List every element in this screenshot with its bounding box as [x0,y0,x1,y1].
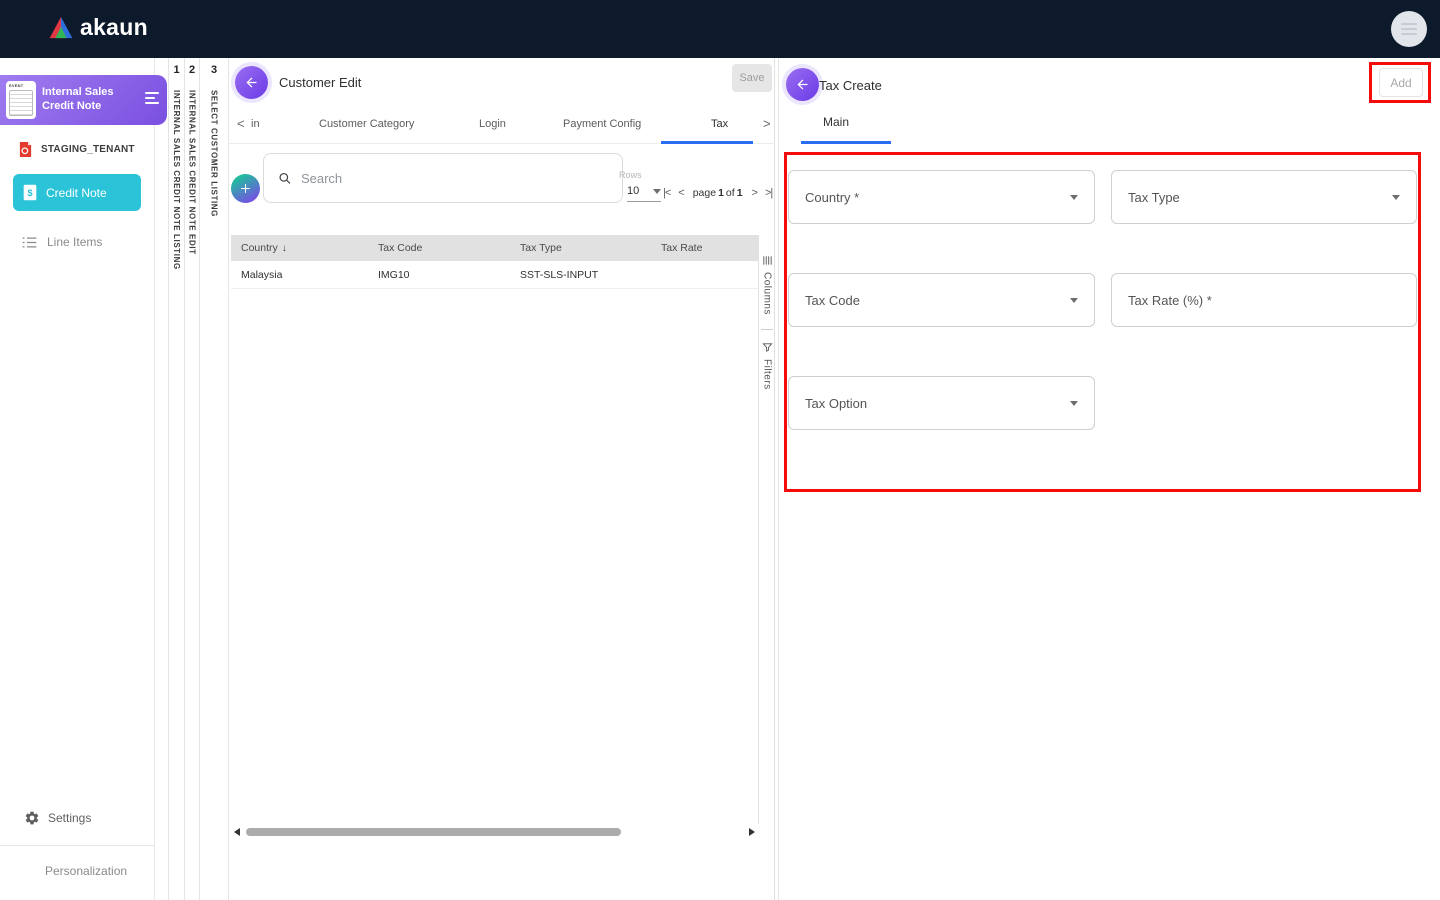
sidebar: EVENT Internal Sales Credit Note STAGING… [0,58,167,900]
screen-tab-listing[interactable]: 1 INTERNAL SALES CREDIT NOTE LISTING [168,58,184,900]
list-icon [22,237,37,247]
horizontal-scrollbar [229,824,774,840]
app: akaun EVENT Internal Sales Credit Note S… [0,0,1440,900]
customer-edit-panel: Customer Edit Save < in Customer Categor… [228,58,775,900]
gear-icon [25,811,39,825]
last-page-icon[interactable]: >| [765,187,773,199]
scroll-left-icon[interactable] [234,828,240,836]
page-title: Tax Create [819,78,882,93]
app-name: akaun [80,14,148,40]
tax-code-select[interactable]: Tax Code [788,273,1095,327]
tabs-scroll-left-icon[interactable]: < [237,116,245,131]
akaun-logo-icon [49,16,73,39]
columns-toggle[interactable]: Columns [762,272,773,315]
page-title: Customer Edit [279,75,362,90]
country-select[interactable]: Country * [788,170,1095,224]
arrow-left-icon [246,77,257,88]
app-logo: akaun [48,14,148,41]
menu-collapse-icon[interactable] [145,92,159,104]
chevron-down-icon [1392,194,1400,200]
sort-descending-icon: ↓ [281,242,287,254]
scrollbar-thumb[interactable] [246,828,621,836]
module-title: Internal Sales Credit Note [42,86,114,112]
table-row[interactable]: Malaysia IMG10 SST-SLS-INPUT [231,261,758,289]
chevron-down-icon [1070,194,1078,200]
tax-table: Country ↓ Tax Code Tax Type Tax Rate Mal… [231,235,758,289]
back-button[interactable] [235,66,268,99]
columns-icon [762,256,772,265]
tab-customer-category[interactable]: Customer Category [319,118,414,130]
scroll-right-icon[interactable] [749,828,755,836]
topbar: akaun [0,0,1440,58]
table-side-tools: Columns Filters [758,235,775,824]
sidebar-item-credit-note[interactable]: $ Credit Note [13,174,141,211]
search-icon [279,172,291,184]
back-button[interactable] [786,68,819,101]
user-avatar[interactable] [1391,11,1427,47]
column-header-tax-rate[interactable]: Tax Rate [651,242,758,254]
tax-type-select[interactable]: Tax Type [1111,170,1417,224]
tab-login[interactable]: Login [479,118,506,130]
sidebar-divider [0,845,155,846]
arrow-left-icon [797,79,808,90]
module-header[interactable]: EVENT Internal Sales Credit Note [0,75,167,125]
sidebar-item-line-items[interactable]: Line Items [22,235,102,249]
customer-edit-tabs: < in Customer Category Login Payment Con… [229,105,775,144]
chevron-down-icon [1070,400,1078,406]
sidebar-item-personalization[interactable]: Personalization [45,864,127,878]
tax-rate-input[interactable]: Tax Rate (%) * [1111,273,1417,327]
screen-tab-select-customer[interactable]: 3 SELECT CUSTOMER LISTING [199,58,228,900]
next-page-icon[interactable]: > [752,187,759,199]
plus-icon [241,184,250,193]
sidebar-item-tenant[interactable]: STAGING_TENANT [18,141,135,158]
search-input[interactable] [300,170,608,186]
add-button[interactable]: Add [1379,68,1423,97]
chevron-down-icon [653,188,661,194]
sidebar-item-settings[interactable]: Settings [24,810,91,826]
pagination: |< < page 1 of 1 > >| [663,187,773,199]
chevron-down-icon [1070,297,1078,303]
tab-payment-config[interactable]: Payment Config [563,118,641,130]
tab-main[interactable]: in [251,118,260,130]
active-tab-indicator [661,141,753,144]
tax-option-select[interactable]: Tax Option [788,376,1095,430]
pdf-icon [19,142,32,157]
save-button[interactable]: Save [732,64,772,92]
rows-per-page-label: Rows [619,170,642,180]
tax-create-panel: Tax Create Add Main Country * Tax Type T… [778,58,1440,900]
credit-note-icon: $ [23,184,37,201]
tab-main[interactable]: Main [823,115,849,129]
search-box [263,153,623,203]
table-header-row: Country ↓ Tax Code Tax Type Tax Rate [231,235,758,261]
page-indicator: page 1 of 1 [692,187,743,199]
filters-toggle[interactable]: Filters [762,359,773,390]
first-page-icon[interactable]: |< [663,187,671,199]
stacked-screen-tabs: 1 INTERNAL SALES CREDIT NOTE LISTING 2 I… [155,58,228,900]
add-row-button[interactable] [231,174,260,203]
tabs-scroll-right-icon[interactable]: > [763,116,771,131]
svg-text:$: $ [27,188,32,198]
prev-page-icon[interactable]: < [678,187,685,199]
screen-tab-edit[interactable]: 2 INTERNAL SALES CREDIT NOTE EDIT [184,58,199,900]
column-header-tax-code[interactable]: Tax Code [368,242,510,254]
tools-divider [761,328,773,330]
column-header-tax-type[interactable]: Tax Type [510,242,651,254]
column-header-country[interactable]: Country ↓ [231,242,368,254]
active-tab-indicator [801,141,891,144]
filter-icon [761,343,773,352]
credit-note-module-icon: EVENT [6,81,36,119]
rows-per-page-select[interactable]: 10 [627,185,661,202]
tab-tax[interactable]: Tax [711,118,728,130]
